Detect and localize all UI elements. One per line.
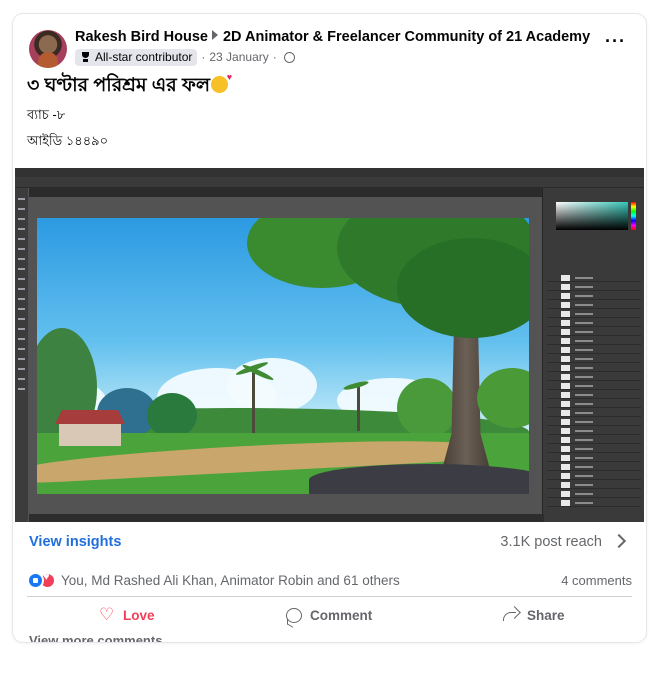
- artwork-canvas: [37, 218, 529, 494]
- view-more-comments-link[interactable]: View more comments: [29, 633, 162, 642]
- view-insights-link[interactable]: View insights: [29, 534, 121, 550]
- ps-toolbar: [15, 188, 28, 522]
- globe-icon: [283, 51, 295, 63]
- post-header-title: Rakesh Bird House 2D Animator & Freelance…: [75, 29, 590, 45]
- heart-icon: ♡: [99, 605, 115, 624]
- share-icon: [501, 607, 519, 623]
- author-name[interactable]: Rakesh Bird House: [75, 29, 208, 45]
- ps-document-tab: [29, 188, 544, 197]
- post-text-id: আইডি ১৪৪৯০: [27, 133, 109, 148]
- ps-panels: [542, 188, 644, 522]
- author-avatar[interactable]: [29, 30, 67, 68]
- comment-button[interactable]: Comment: [286, 598, 372, 632]
- comment-label: Comment: [310, 607, 373, 623]
- group-name[interactable]: 2D Animator & Freelancer Community of 21…: [223, 29, 590, 45]
- comment-icon: [286, 607, 302, 623]
- post-date[interactable]: 23 January: [209, 50, 268, 64]
- ps-status-bar: [29, 514, 544, 522]
- more-options-icon[interactable]: ···: [605, 32, 626, 50]
- trophy-icon: [80, 51, 91, 63]
- share-button[interactable]: Share: [501, 598, 565, 632]
- ps-hue-slider: [631, 202, 636, 230]
- post-image[interactable]: [15, 168, 644, 522]
- like-reaction-icon: [27, 572, 44, 589]
- divider: [27, 596, 632, 597]
- chevron-right-icon[interactable]: [611, 533, 627, 549]
- share-label: Share: [527, 607, 565, 623]
- badge-label: All-star contributor: [95, 50, 193, 64]
- post-title: ৩ ঘণ্টার পরিশ্রম এর ফল: [27, 71, 232, 103]
- love-label: Love: [123, 607, 155, 623]
- reactions-text: You, Md Rashed Ali Khan, Animator Robin …: [61, 573, 400, 588]
- post-meta: All-star contributor · 23 January ·: [75, 48, 295, 66]
- ps-color-picker: [556, 202, 628, 230]
- reactions-summary[interactable]: You, Md Rashed Ali Khan, Animator Robin …: [27, 571, 400, 589]
- arrow-right-icon: [211, 30, 218, 40]
- post-text-batch: ব্যাচ -৮: [27, 107, 66, 122]
- comments-count[interactable]: 4 comments: [561, 573, 632, 588]
- ps-options-bar: [15, 177, 644, 188]
- post-title-text: ৩ ঘণ্টার পরিশ্রম এর ফল: [27, 75, 211, 96]
- smiling-face-with-hearts-icon: [211, 72, 232, 93]
- ps-menubar: [15, 168, 644, 177]
- love-button[interactable]: ♡ Love: [99, 598, 155, 632]
- contributor-badge[interactable]: All-star contributor: [75, 48, 198, 66]
- post-card: Rakesh Bird House 2D Animator & Freelance…: [13, 14, 646, 642]
- post-reach[interactable]: 3.1K post reach: [500, 534, 602, 550]
